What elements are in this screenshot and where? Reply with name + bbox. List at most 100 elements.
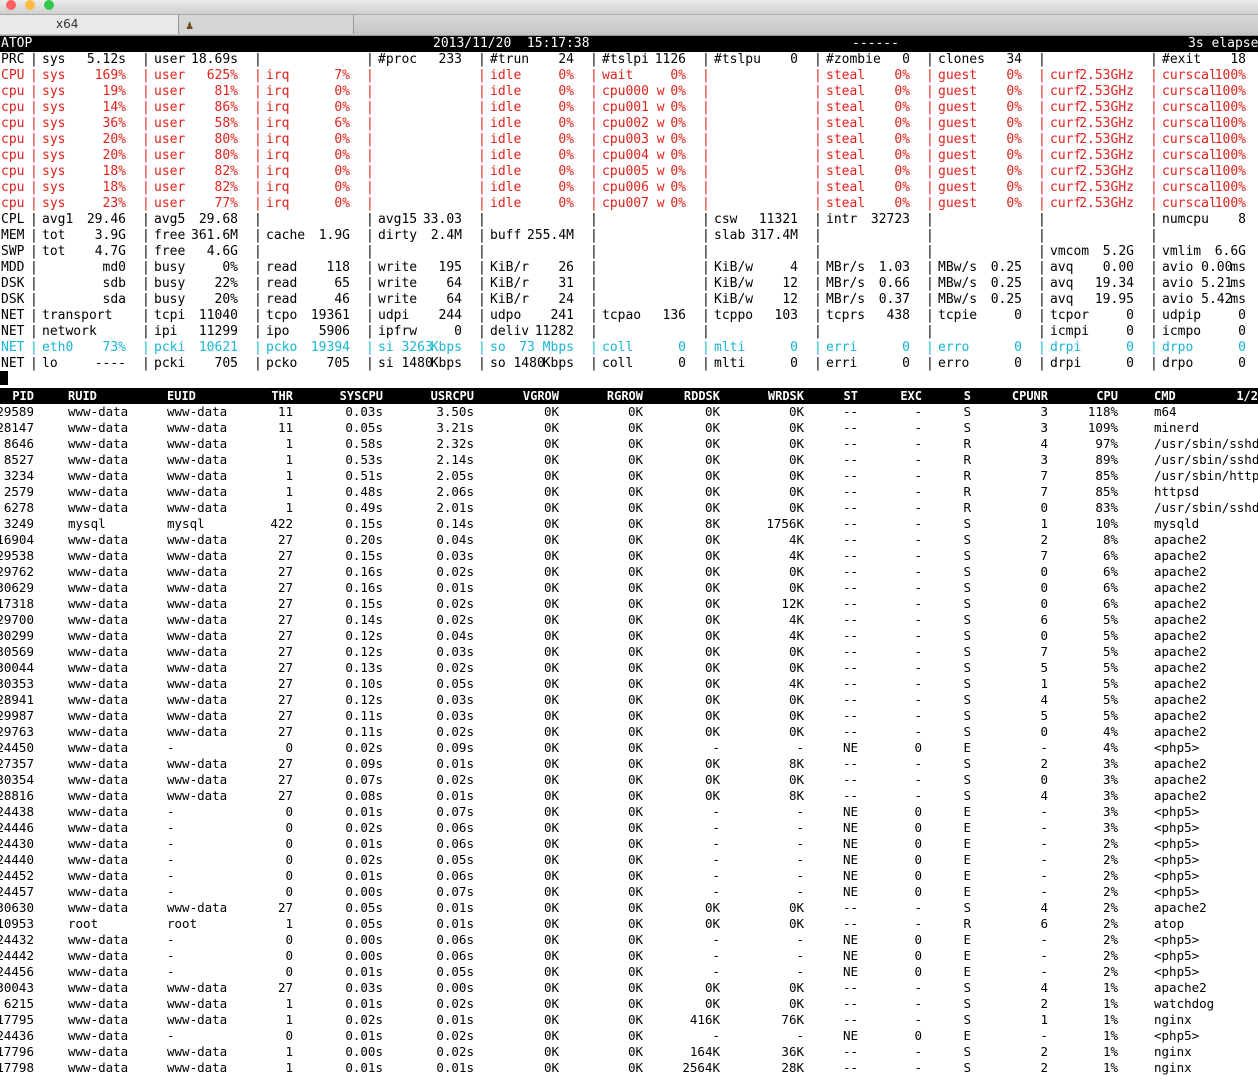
cell-s: E	[963, 852, 971, 867]
metric-value: 24	[558, 292, 574, 307]
process-row: 28816 www-data www-data 27 0.08s 0.01s 0K 0K 0K 8…	[0, 788, 1258, 804]
process-row: 30354 www-data www-data 27 0.07s 0.02s 0K 0K 0K 0…	[0, 772, 1258, 788]
cell-rgrow: 0K	[627, 1012, 643, 1027]
metric-name: curf	[1050, 116, 1082, 131]
cell-syscpu: 0.48s	[345, 484, 383, 499]
cell-rddsk: -	[712, 884, 720, 899]
close-window-button[interactable]	[6, 0, 16, 10]
cell-s: S	[963, 724, 971, 739]
metric-value: 0	[454, 324, 462, 339]
metric-value: 10621	[198, 340, 238, 355]
cell-vgrow: 0K	[543, 804, 559, 819]
process-row: 29700 www-data www-data 27 0.14s 0.02s 0K 0K 0K 4…	[0, 612, 1258, 628]
zoom-window-button[interactable]	[44, 0, 54, 10]
cell-wrdsk: 0K	[788, 980, 804, 995]
cell-cpu: 3%	[1102, 804, 1118, 819]
cell-s: E	[963, 1028, 971, 1043]
metric-name: steal	[826, 116, 866, 131]
column-separator: |	[590, 340, 598, 355]
cell-pid: 30044	[0, 660, 34, 675]
column-separator: |	[142, 228, 150, 243]
metric-name: deliv	[490, 324, 530, 339]
cell-rddsk: 0K	[704, 596, 720, 611]
cell-cmd: apache2	[1154, 596, 1207, 611]
cell-syscpu: 0.05s	[345, 916, 383, 931]
metric-name: free	[154, 244, 186, 259]
column-separator: |	[590, 276, 598, 291]
column-separator: |	[926, 196, 934, 211]
metric-value: 7%	[334, 68, 350, 83]
metric-name: vmcom	[1050, 244, 1090, 259]
column-separator: |	[926, 132, 934, 147]
column-separator: |	[926, 52, 934, 67]
minimize-window-button[interactable]	[25, 0, 35, 10]
cell-cpu: 8%	[1102, 532, 1118, 547]
cell-st: --	[842, 724, 858, 739]
cell-cmd: watchdog	[1154, 996, 1215, 1011]
cell-euid: www-data	[167, 628, 228, 643]
cell-vgrow: 0K	[543, 468, 559, 483]
column-header-thr: THR	[271, 389, 293, 403]
metric-value: 0	[1126, 308, 1134, 323]
cell-rgrow: 0K	[627, 900, 643, 915]
program-name: ATOP	[1, 36, 33, 51]
metric-name: curscal	[1162, 180, 1217, 195]
metric-name: sys	[42, 100, 66, 115]
column-separator: |	[254, 52, 262, 67]
column-header-ruid: RUID	[68, 389, 97, 403]
cell-usrcpu: 2.01s	[436, 500, 474, 515]
metric-value: 0%	[894, 196, 910, 211]
metric-name: tcpie	[938, 308, 978, 323]
cell-euid: www-data	[167, 532, 228, 547]
cell-cpunr: 3	[1040, 404, 1048, 419]
metric-value: 0	[1126, 340, 1134, 355]
process-row: 30299 www-data www-data 27 0.12s 0.04s 0K 0K 0K 4…	[0, 628, 1258, 644]
sys-line-label: cpu	[1, 100, 25, 115]
cell-syscpu: 0.53s	[345, 452, 383, 467]
column-separator: |	[366, 52, 374, 67]
metric-value: 0%	[558, 180, 574, 195]
cell-s: S	[963, 980, 971, 995]
cell-wrdsk: 8K	[788, 788, 804, 803]
cell-euid: -	[167, 804, 175, 819]
cell-rddsk: 0K	[704, 724, 720, 739]
metric-name: idle	[490, 148, 522, 163]
cell-wrdsk: 0K	[788, 996, 804, 1011]
cell-syscpu: 0.00s	[345, 948, 383, 963]
cell-rgrow: 0K	[627, 564, 643, 579]
cell-rddsk: 0K	[704, 788, 720, 803]
tab-x64[interactable]: x64	[0, 15, 179, 34]
cell-cmd: nginx	[1154, 1012, 1192, 1027]
column-separator: |	[30, 148, 38, 163]
tab-second[interactable]: ♟	[180, 15, 354, 34]
cell-st: NE	[842, 820, 858, 835]
metric-name: sys	[42, 148, 66, 163]
cell-exc: -	[914, 1044, 922, 1059]
column-separator: |	[366, 212, 374, 227]
cell-thr: 27	[277, 628, 293, 643]
cell-rgrow: 0K	[627, 884, 643, 899]
metric-name: pcko	[266, 356, 298, 371]
terminal-tab-bar: x64 ♟	[0, 15, 1258, 36]
column-header-usrcpu: USRCPU	[430, 389, 474, 403]
metric-name: avq	[1050, 260, 1074, 275]
process-row: 29589 www-data www-data 11 0.03s 3.50s 0K 0K 0K 0…	[0, 404, 1258, 420]
cell-st: NE	[842, 1028, 858, 1043]
metric-name: user	[154, 116, 186, 131]
metric-value: 2.53GHz	[1079, 116, 1134, 131]
column-separator: |	[590, 308, 598, 323]
cell-rddsk: -	[712, 804, 720, 819]
column-separator: |	[142, 52, 150, 67]
cell-usrcpu: 0.04s	[436, 532, 474, 547]
cell-syscpu: 0.02s	[345, 740, 383, 755]
metric-name: curf	[1050, 132, 1082, 147]
cell-wrdsk: 0K	[788, 484, 804, 499]
cell-cmd: <php5>	[1154, 836, 1200, 851]
cell-vgrow: 0K	[543, 740, 559, 755]
cell-syscpu: 0.01s	[345, 964, 383, 979]
metric-value: 36%	[102, 116, 126, 131]
cell-ruid: www-data	[68, 804, 129, 819]
cell-vgrow: 0K	[543, 580, 559, 595]
metric-value: 136	[662, 308, 686, 323]
column-separator: |	[926, 356, 934, 371]
